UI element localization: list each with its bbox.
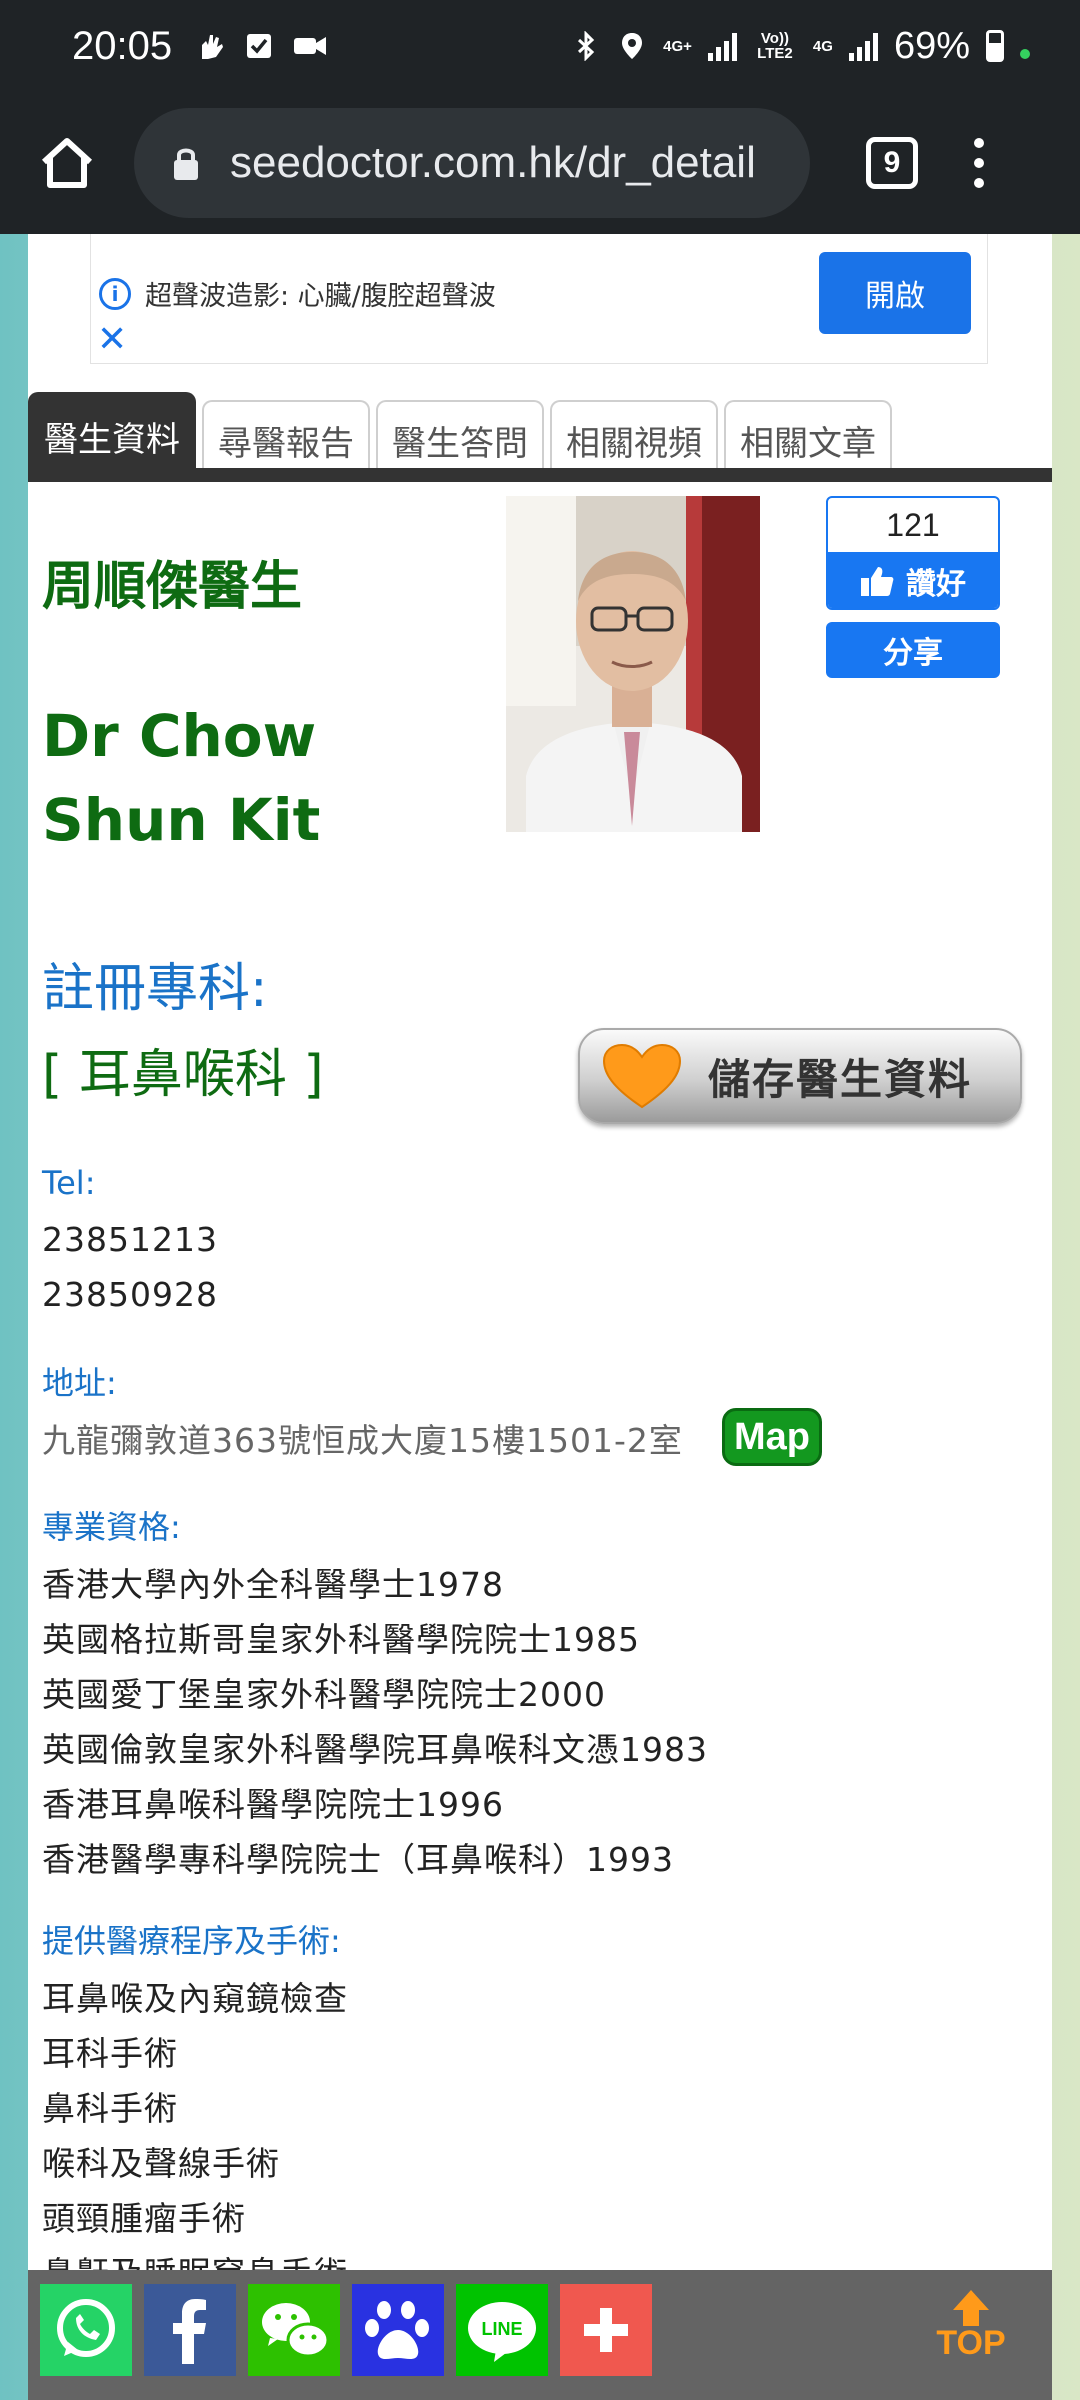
ad-close-icon[interactable]: ✕ (97, 322, 127, 358)
top-label: TOP (936, 2324, 1006, 2362)
menu-dot-icon (974, 178, 984, 188)
up-arrow-icon (953, 2290, 989, 2326)
url-text: seedoctor.com.hk/dr_detail (230, 138, 756, 187)
address-bar[interactable]: seedoctor.com.hk/dr_detail (134, 108, 810, 218)
procedure-item: 喉科及聲線手術 (42, 2144, 280, 2183)
tab-search-report[interactable]: 尋醫報告 (202, 400, 370, 478)
map-button[interactable]: Map (722, 1408, 822, 1466)
doctor-name-english: Dr Chow Shun Kit (42, 702, 321, 854)
signal-bars-icon-2 (848, 31, 878, 61)
baidu-share-button[interactable] (352, 2284, 444, 2376)
specialty-label: 註冊專科: (42, 959, 268, 1019)
qualification-item: 香港醫學專科學院院士（耳鼻喉科）1993 (42, 1840, 674, 1879)
line-icon-label: LINE (481, 2319, 522, 2339)
procedures-label: 提供醫療程序及手術: (42, 1922, 341, 1960)
qualification-item: 香港大學內外全科醫學士1978 (42, 1565, 504, 1604)
tel-number-2[interactable]: 23850928 (42, 1275, 218, 1314)
wechat-icon (248, 2284, 340, 2376)
thumbs-up-icon (861, 567, 894, 596)
browser-menu-button[interactable] (974, 138, 984, 188)
tab-underline (28, 468, 1052, 482)
status-time: 20:05 (72, 23, 173, 68)
like-label: 讚好 (906, 567, 966, 602)
tab-related-videos[interactable]: 相關視頻 (550, 400, 718, 478)
specialty-value: [ 耳鼻喉科 ] (42, 1045, 324, 1105)
location-icon (622, 33, 643, 59)
facebook-share-button[interactable]: 分享 (826, 622, 1000, 678)
facebook-like-widget[interactable]: 121 讚好 (826, 496, 1000, 610)
qualification-item: 英國格拉斯哥皇家外科醫學院院士1985 (42, 1620, 640, 1659)
browser-toolbar: seedoctor.com.hk/dr_detail 9 (0, 92, 1080, 234)
tel-label: Tel: (42, 1164, 96, 1202)
video-camera-icon (294, 37, 327, 55)
network-4g: 4G (812, 37, 833, 55)
home-icon (41, 138, 93, 188)
doctor-photo (506, 496, 760, 832)
volte-indicator: Vo)) LTE2 (757, 30, 793, 62)
status-bar: 20:05 4G+ Vo)) LTE2 4G 69% (0, 0, 1080, 92)
baidu-paw-icon (352, 2284, 444, 2376)
doctor-name-chinese: 周順傑醫生 (42, 557, 303, 617)
ad-banner[interactable]: i 超聲波造影: 心臟/腹腔超聲波 ✕ 開啟 (90, 234, 988, 364)
ad-info-icon[interactable]: i (99, 278, 131, 310)
qualifications-label: 專業資格: (42, 1508, 181, 1546)
doctor-portrait-image (506, 496, 760, 832)
tab-related-articles[interactable]: 相關文章 (724, 400, 892, 478)
signal-bars-icon-1 (707, 31, 737, 61)
ad-open-button[interactable]: 開啟 (819, 252, 971, 334)
like-count: 121 (886, 506, 940, 543)
doctor-tabs: 醫生資料 尋醫報告 醫生答問 相關視頻 相關文章 (28, 392, 1052, 478)
social-share-bar: LINE TOP (28, 2270, 1052, 2400)
checkbox-notification-icon (247, 34, 272, 58)
more-share-icon (560, 2284, 652, 2376)
procedure-item: 耳鼻喉及內窺鏡檢查 (42, 1979, 348, 2018)
facebook-share-icon-button[interactable] (144, 2284, 236, 2376)
whatsapp-icon (40, 2284, 132, 2376)
tel-number-1[interactable]: 23851213 (42, 1220, 218, 1259)
tab-doctor-qa[interactable]: 醫生答問 (376, 400, 544, 478)
procedure-item: 耳科手術 (42, 2034, 178, 2073)
qualification-item: 英國愛丁堡皇家外科醫學院院士2000 (42, 1675, 606, 1714)
procedure-item: 頭頸腫瘤手術 (42, 2199, 246, 2238)
procedure-item: 鼻鼾及睡眠窒息手術 (42, 2247, 348, 2270)
line-share-button[interactable]: LINE (456, 2284, 548, 2376)
address-label: 地址: (42, 1364, 117, 1402)
wechat-share-button[interactable] (248, 2284, 340, 2376)
hand-notification-icon (202, 35, 224, 59)
qualification-item: 香港耳鼻喉科醫學院院士1996 (42, 1785, 504, 1824)
more-share-button[interactable] (560, 2284, 652, 2376)
lock-icon (174, 148, 198, 180)
line-icon: LINE (456, 2284, 548, 2376)
procedure-item: 鼻科手術 (42, 2089, 178, 2128)
save-button-label: 儲存醫生資料 (708, 1054, 973, 1104)
status-right: 4G+ Vo)) LTE2 4G 69% (571, 25, 1030, 68)
battery-icon (986, 30, 1004, 62)
bluetooth-icon (578, 31, 595, 61)
privacy-dot-icon (1020, 49, 1030, 59)
back-to-top-button[interactable]: TOP (926, 2288, 1016, 2378)
tab-doctor-info[interactable]: 醫生資料 (28, 392, 196, 478)
battery-percent: 69% (893, 24, 970, 67)
web-page: i 超聲波造影: 心臟/腹腔超聲波 ✕ 開啟 醫生資料 尋醫報告 醫生答問 相關… (28, 234, 1052, 2270)
qualification-item: 英國倫敦皇家外科醫學院耳鼻喉科文憑1983 (42, 1730, 708, 1769)
save-doctor-button[interactable]: 儲存醫生資料 (578, 1028, 1022, 1124)
facebook-like-button[interactable]: 讚好 (828, 552, 998, 608)
status-left: 20:05 (72, 24, 328, 69)
address-text: 九龍彌敦道363號恒成大廈15樓1501-2室 (42, 1421, 683, 1460)
heart-icon (602, 1043, 682, 1109)
ad-text[interactable]: 超聲波造影: 心臟/腹腔超聲波 (145, 274, 496, 313)
facebook-icon (144, 2284, 236, 2376)
menu-dot-icon (974, 138, 984, 148)
whatsapp-share-button[interactable] (40, 2284, 132, 2376)
network-4g-plus: 4G+ (663, 37, 692, 55)
home-button[interactable] (0, 92, 134, 234)
tab-switcher-button[interactable]: 9 (866, 137, 918, 189)
menu-dot-icon (974, 158, 984, 168)
